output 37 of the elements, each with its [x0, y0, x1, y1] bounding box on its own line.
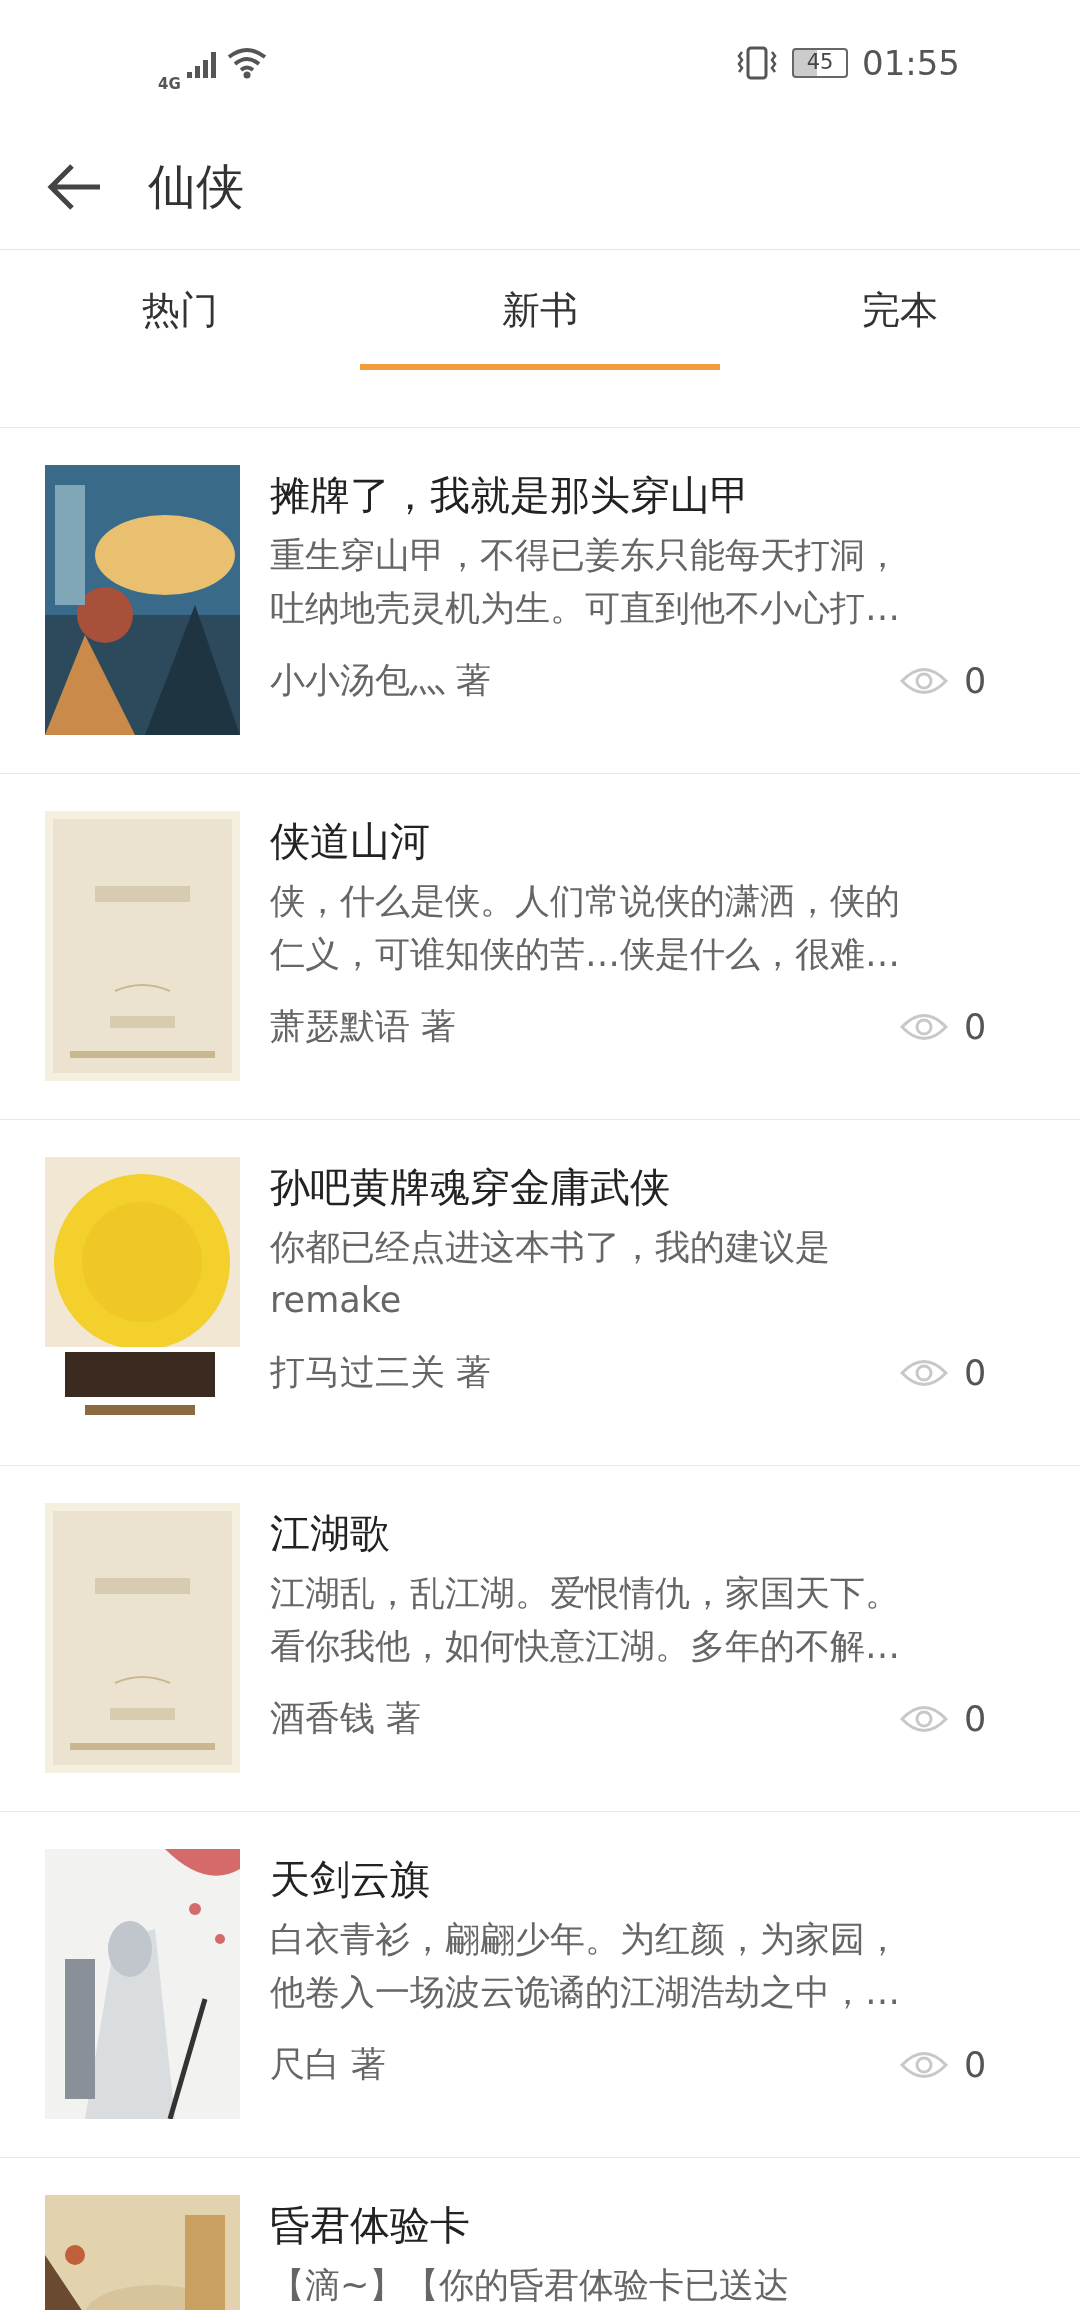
book-author: 小小汤包灬 著 — [270, 659, 493, 702]
network-type: 4G — [158, 74, 181, 93]
view-count: 0 — [964, 1006, 988, 1047]
wifi-icon — [226, 46, 267, 79]
tab[interactable]: 新书 — [360, 250, 720, 370]
view-count: 0 — [964, 2044, 988, 2085]
book-author: 尺白 著 — [270, 2043, 388, 2086]
book-title[interactable]: 天剑云旗 — [270, 1849, 1000, 1909]
view-count: 0 — [964, 660, 988, 701]
book-description: 江湖乱，乱江湖。爱恨情仇，家国天下。看你我他，如何快意江湖。多年的不解… — [270, 1572, 901, 1668]
eye-icon — [900, 1357, 948, 1388]
book-description: 白衣青衫，翩翩少年。为红颜，为家园，他卷入一场波云诡谲的江湖浩劫之中，… — [270, 1918, 901, 2014]
book-author: 打马过三关 著 — [270, 1351, 493, 1394]
view-count: 0 — [964, 1352, 988, 1393]
book-title[interactable]: 江湖歌 — [270, 1503, 1000, 1563]
book-title[interactable]: 昏君体验卡 — [270, 2195, 1000, 2255]
book-author: 酒香钱 著 — [270, 1697, 423, 1740]
book-title[interactable]: 侠道山河 — [270, 811, 1000, 871]
book-title[interactable]: 摊牌了，我就是那头穿山甲 — [270, 465, 1000, 525]
book-title[interactable]: 孙吧黄牌魂穿金庸武侠 — [270, 1157, 1000, 1217]
book-author: 萧瑟默语 著 — [270, 1005, 458, 1048]
book-description: 【滴~】【你的昏君体验卡已送达 — [270, 2264, 791, 2307]
book-description: 侠，什么是侠。人们常说侠的潇洒，侠的仁义，可谁知侠的苦…侠是什么，很难… — [270, 880, 901, 976]
view-count: 0 — [964, 1698, 988, 1739]
book-description: 重生穿山甲，不得已姜东只能每天打洞，吐纳地壳灵机为生。可直到他不小心打… — [270, 534, 901, 630]
battery-indicator: 45 — [792, 47, 848, 78]
eye-icon — [900, 1703, 948, 1734]
tab[interactable]: 热门 — [0, 250, 360, 370]
back-arrow-icon[interactable] — [46, 162, 102, 212]
eye-icon — [900, 2049, 948, 2080]
eye-icon — [900, 665, 948, 696]
tab[interactable]: 完本 — [720, 250, 1080, 370]
page-title: 仙侠 — [148, 157, 244, 216]
vibrate-icon — [736, 45, 778, 80]
clock: 01:55 — [862, 42, 960, 83]
eye-icon — [900, 1011, 948, 1042]
book-description: 你都已经点进这本书了，我的建议是remake — [270, 1226, 831, 1322]
